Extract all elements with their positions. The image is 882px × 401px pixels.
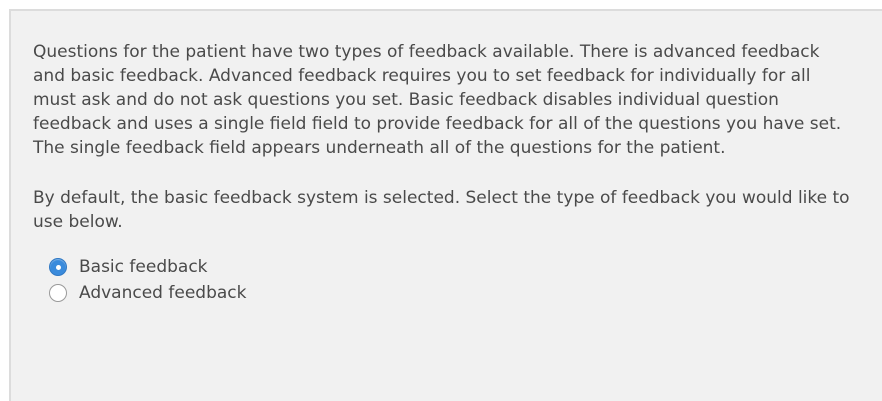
advanced-feedback-radio[interactable]: [49, 284, 67, 302]
basic-feedback-label[interactable]: Basic feedback: [79, 255, 208, 279]
advanced-feedback-label[interactable]: Advanced feedback: [79, 281, 246, 305]
feedback-instruction-text: By default, the basic feedback system is…: [33, 188, 850, 232]
feedback-description-text: Questions for the patient have two types…: [33, 42, 842, 158]
basic-feedback-option[interactable]: Basic feedback: [49, 254, 852, 280]
basic-feedback-radio[interactable]: [49, 258, 67, 276]
feedback-type-radio-group: Basic feedback Advanced feedback: [49, 254, 852, 306]
advanced-feedback-option[interactable]: Advanced feedback: [49, 280, 852, 306]
feedback-settings-panel: Questions for the patient have two types…: [9, 9, 882, 401]
